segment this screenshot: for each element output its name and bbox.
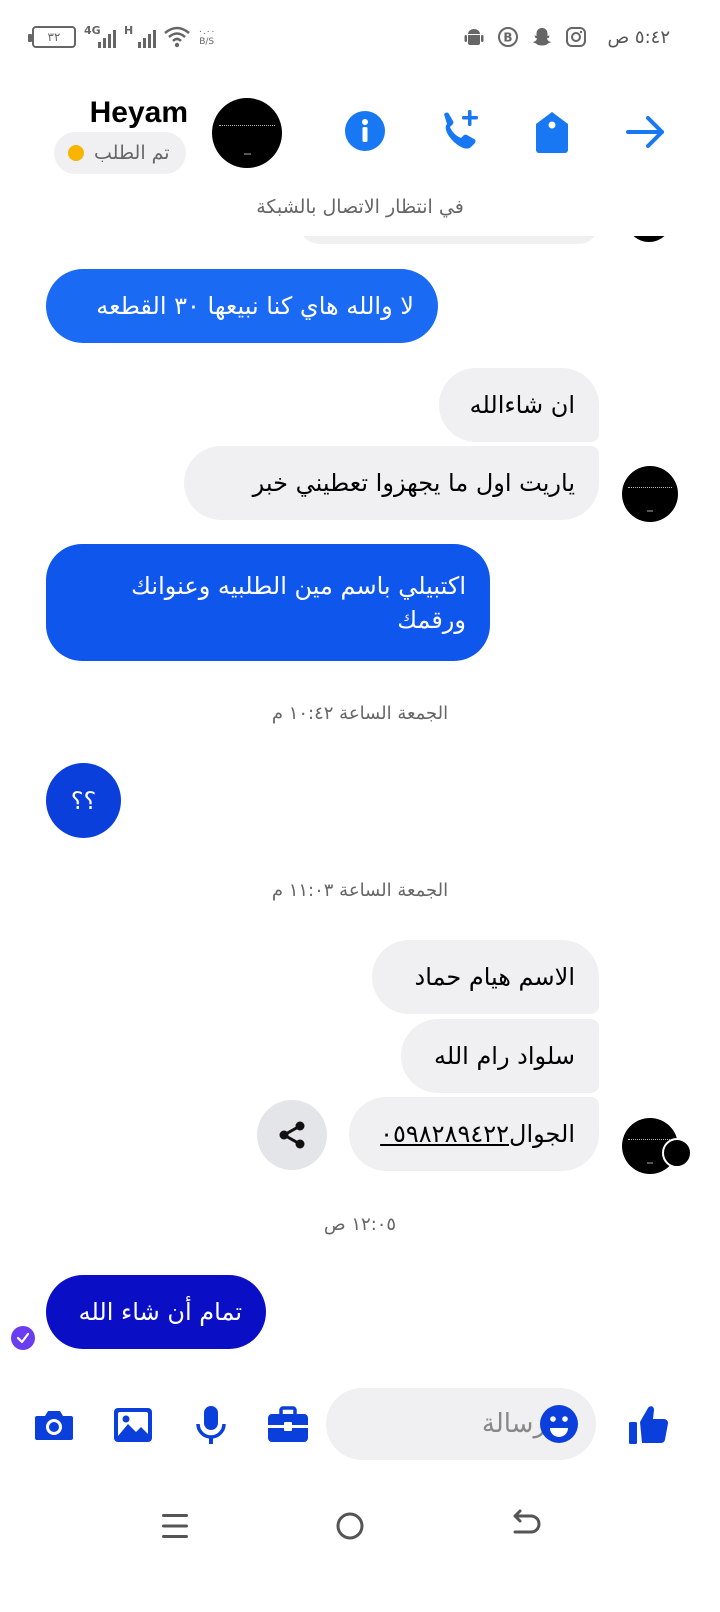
status-dot <box>68 145 84 161</box>
network-status-note: في انتظار الاتصال بالشبكة <box>256 196 464 218</box>
message-incoming[interactable]: الاسم هيام حماد <box>372 940 599 1014</box>
message-incoming[interactable]: ان شاءالله <box>439 368 599 442</box>
seen-avatar <box>662 1138 692 1168</box>
avatar-pattern <box>627 487 673 491</box>
network-label-h: H <box>124 24 134 37</box>
thumbs-up-icon[interactable] <box>626 1402 672 1448</box>
contact-name[interactable]: Heyam <box>90 96 188 130</box>
chat-area[interactable]: لا والله هاي كنا نبيعها ٣٠ القطعه ان شاء… <box>0 236 720 1366</box>
add-call-icon[interactable] <box>436 108 482 154</box>
tag-icon[interactable] <box>532 110 572 154</box>
instagram-icon <box>566 27 587 47</box>
battery-indicator: ٣٢ <box>28 26 76 48</box>
microphone-icon[interactable] <box>188 1402 234 1448</box>
snapchat-icon <box>533 28 552 46</box>
phone-number-link[interactable]: ٠٥٩٨٢٨٩٤٢٢ <box>380 1117 509 1151</box>
wifi-icon <box>164 26 190 48</box>
seen-check-icon <box>11 1326 35 1350</box>
network-label-4g: 4G <box>84 24 101 37</box>
battery-level: ٣٢ <box>47 30 61 44</box>
message-text: ؟؟ <box>70 786 97 815</box>
forward-arrow-icon[interactable] <box>624 110 668 154</box>
speed-value: ٠.٠٠ <box>198 27 216 37</box>
message-incoming[interactable]: الجوال ٠٥٩٨٢٨٩٤٢٢ <box>349 1097 599 1171</box>
home-icon[interactable] <box>330 1506 370 1546</box>
network-speed: ٠.٠٠ B/S <box>198 27 215 47</box>
message-text: الاسم هيام حماد <box>414 963 575 991</box>
timestamp: ١٢:٠٥ ص <box>323 1214 397 1235</box>
timestamp: الجمعة الساعة ١٠:٤٢ م <box>271 703 449 724</box>
chat-header: Heyam تم الطلب <box>0 80 720 190</box>
message-field[interactable] <box>326 1388 596 1460</box>
avatar-mark <box>243 152 251 155</box>
menu-icon[interactable] <box>155 1506 195 1546</box>
back-icon[interactable] <box>505 1506 545 1546</box>
message-text-line1: اكتبيلي باسم مين الطلبيه وعنوانك <box>131 571 466 600</box>
status-pill[interactable]: تم الطلب <box>54 132 186 174</box>
status-right: B ٥:٤٢ ص <box>463 26 670 48</box>
message-text: تمام أن شاء الله <box>78 1298 242 1326</box>
sender-avatar[interactable] <box>622 466 678 522</box>
message-text: ان شاءالله <box>469 391 575 419</box>
avatar-pattern <box>219 124 275 129</box>
message-outgoing[interactable]: لا والله هاي كنا نبيعها ٣٠ القطعه <box>46 269 438 343</box>
status-bar: ٣٢ 4G H ٠.٠٠ B/S B ٥:٤٢ ص <box>0 0 720 80</box>
svg-text:B: B <box>504 31 513 45</box>
message-outgoing[interactable]: تمام أن شاء الله <box>46 1275 266 1349</box>
info-icon[interactable] <box>344 110 386 152</box>
signal-4g-icon: 4G <box>84 24 116 48</box>
message-incoming[interactable]: سلواد رام الله <box>401 1019 599 1093</box>
contact-avatar[interactable] <box>212 98 282 168</box>
briefcase-icon[interactable] <box>265 1402 311 1448</box>
message-text: لا والله هاي كنا نبيعها ٣٠ القطعه <box>96 292 414 320</box>
emoji-icon[interactable] <box>538 1403 580 1445</box>
partial-incoming-bubble <box>300 236 598 244</box>
message-outgoing[interactable]: اكتبيلي باسم مين الطلبيه وعنوانك ورقمك <box>46 544 490 661</box>
camera-icon[interactable] <box>31 1402 77 1448</box>
message-text: ياريت اول ما يجهزوا تعطيني خبر <box>252 469 575 497</box>
timestamp: الجمعة الساعة ١١:٠٣ م <box>271 880 449 901</box>
share-button[interactable] <box>257 1100 327 1170</box>
status-left: ٣٢ 4G H ٠.٠٠ B/S <box>28 24 215 48</box>
signal-h-icon: H <box>124 24 156 48</box>
status-time: ٥:٤٢ ص <box>607 26 670 48</box>
gallery-icon[interactable] <box>110 1402 156 1448</box>
message-label: الجوال <box>509 1120 575 1148</box>
composer-bar <box>0 1380 720 1470</box>
partial-avatar <box>626 236 672 242</box>
share-icon <box>279 1121 305 1149</box>
bitcoin-icon: B <box>498 27 519 47</box>
android-icon <box>464 29 484 45</box>
avatar-mark <box>647 1161 653 1164</box>
navigation-bar <box>0 1490 720 1560</box>
message-outgoing[interactable]: ؟؟ <box>46 763 121 838</box>
message-text-line2: ورقمك <box>397 605 466 634</box>
speed-unit: B/S <box>199 37 215 47</box>
message-incoming[interactable]: ياريت اول ما يجهزوا تعطيني خبر <box>184 446 599 520</box>
message-text: سلواد رام الله <box>434 1042 575 1070</box>
status-text: تم الطلب <box>94 142 170 164</box>
avatar-mark <box>647 509 653 512</box>
message-input[interactable] <box>416 1388 546 1460</box>
